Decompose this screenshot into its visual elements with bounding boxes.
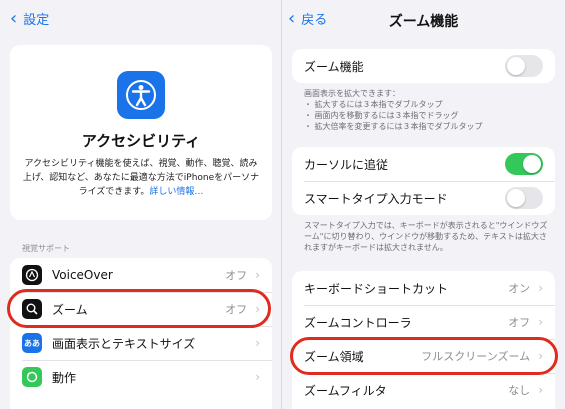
item-value: なし [508, 384, 531, 397]
list-item-display-text-size[interactable]: ああ 画面表示とテキストサイズ › [10, 326, 272, 360]
zoom-instructions: 画面表示を拡大できます： ・ 拡大するには３本指でダブルタップ ・ 画面内を移動… [304, 88, 483, 132]
hero-description-text: アクセシビリティ機能を使えば、視覚、動作、聴覚、読み上げ、認知など、あなたに最適… [22, 159, 260, 197]
follow-focus-row: カーソルに追従 [292, 147, 555, 181]
zoom-settings-panel: ‹ 戻る ズーム機能 ズーム機能 画面表示を拡大できます： ・ 拡大するには３本… [282, 0, 565, 409]
chevron-right-icon: › [255, 336, 260, 350]
chevron-right-icon: › [255, 268, 260, 282]
text-size-icon: ああ [22, 333, 42, 353]
accessibility-icon [117, 71, 165, 119]
item-value: オフ [225, 269, 248, 282]
chevron-right-icon: › [255, 302, 260, 316]
list-item-keyboard-shortcuts[interactable]: キーボードショートカット オン › [292, 271, 555, 305]
toggle-knob [507, 189, 525, 207]
item-label: 画面表示とテキストサイズ [52, 336, 196, 351]
item-label: VoiceOver [52, 268, 113, 282]
accessibility-panel: ‹ 設定 アクセシビリティ アクセシビリティ機能を使えば、視覚、動作、聴覚、読み… [0, 0, 282, 409]
toggle-label: ズーム機能 [304, 59, 364, 74]
item-label: ズーム領域 [304, 349, 364, 364]
item-label: ズームフィルタ [304, 383, 387, 398]
instructions-title: 画面表示を拡大できます： [304, 89, 400, 98]
voiceover-icon [22, 265, 42, 285]
item-label: 動作 [52, 370, 77, 385]
list-item-zoom-filter[interactable]: ズームフィルタ なし › [292, 373, 555, 407]
zoom-icon [22, 299, 42, 319]
vision-list: VoiceOver オフ › ズーム オフ › ああ 画面表示とテキストサイズ … [10, 258, 272, 409]
hero-description: アクセシビリティ機能を使えば、視覚、動作、聴覚、読み上げ、認知など、あなたに最適… [22, 157, 260, 199]
zoom-toggle-row: ズーム機能 [292, 49, 555, 83]
accessibility-hero-card: アクセシビリティ アクセシビリティ機能を使えば、視覚、動作、聴覚、読み上げ、認知… [10, 45, 272, 220]
item-label: キーボードショートカット [304, 281, 449, 296]
chevron-right-icon: › [255, 370, 260, 384]
smart-typing-note: スマートタイプ入力では、キーボードが表示されると"ウインドウズーム"に切り替わり… [304, 221, 548, 252]
follow-focus-toggle[interactable] [505, 153, 543, 175]
vision-section-header: 視覚サポート [22, 244, 70, 253]
list-item-voiceover[interactable]: VoiceOver オフ › [10, 258, 272, 292]
page-title: ズーム機能 [388, 14, 459, 30]
instruction-line: ・ 画面内を移動するには３本指でドラッグ [304, 111, 459, 120]
chevron-right-icon: › [538, 281, 543, 295]
back-label: 設定 [23, 13, 50, 28]
smart-typing-toggle[interactable] [505, 187, 543, 209]
list-item-zoom-region[interactable]: ズーム領域 フルスクリーンズーム › [292, 339, 555, 373]
toggle-label: スマートタイプ入力モード [304, 191, 448, 206]
zoom-toggle[interactable] [505, 55, 543, 77]
item-value: フルスクリーンズーム [421, 350, 531, 363]
item-value: オフ [225, 303, 248, 316]
item-value: オン [508, 282, 531, 295]
chevron-right-icon: › [538, 383, 543, 397]
hero-title: アクセシビリティ [81, 132, 201, 150]
zoom-options-list: キーボードショートカット オン › ズームコントローラ オフ › ズーム領域 フ… [292, 271, 555, 409]
instruction-line: ・ 拡大するには３本指でダブルタップ [304, 100, 443, 109]
list-item-zoom-controller[interactable]: ズームコントローラ オフ › [292, 305, 555, 339]
item-value: オフ [508, 316, 531, 329]
instruction-line: ・ 拡大倍率を変更するには３本指でダブルタップ [304, 122, 483, 131]
focus-typing-card: カーソルに追従 スマートタイプ入力モード [292, 147, 555, 215]
learn-more-link[interactable]: 詳しい情報… [149, 187, 203, 197]
chevron-right-icon: › [538, 349, 543, 363]
toggle-knob [507, 57, 525, 75]
toggle-label: カーソルに追従 [304, 157, 389, 172]
chevron-left-icon: ‹ [10, 7, 18, 29]
zoom-toggle-card: ズーム機能 [292, 49, 555, 83]
chevron-right-icon: › [538, 315, 543, 329]
smart-typing-row: スマートタイプ入力モード [292, 181, 555, 215]
motion-icon [22, 367, 42, 387]
item-label: ズームコントローラ [304, 315, 412, 330]
item-label: ズーム [52, 302, 88, 317]
back-to-settings-button[interactable]: ‹ 設定 [10, 9, 49, 28]
list-item-zoom[interactable]: ズーム オフ › [10, 292, 272, 326]
toggle-knob [523, 155, 541, 173]
list-item-motion[interactable]: 動作 › [10, 360, 272, 394]
